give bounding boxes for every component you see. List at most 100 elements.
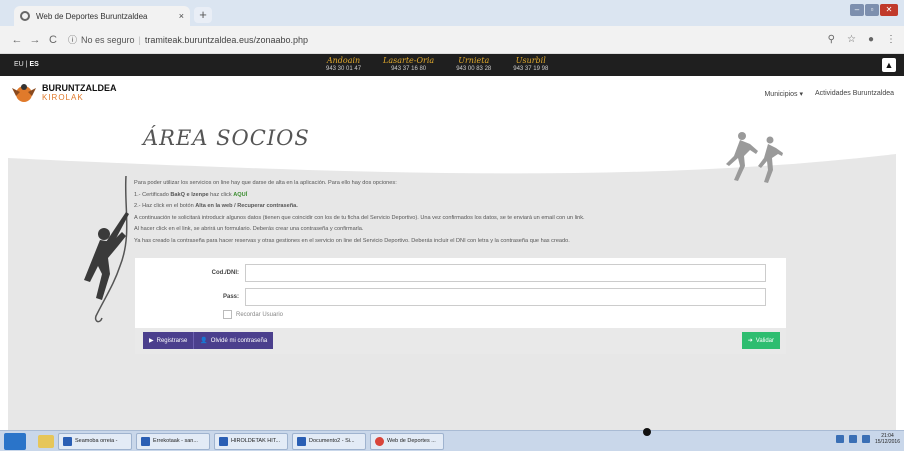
window-controls: – ▫ ✕ [850, 4, 898, 16]
phone-name: Usurbil [515, 56, 546, 65]
forgot-password-button[interactable]: 👤 Olvidé mi contraseña [193, 332, 274, 349]
phone-name: Andoain [326, 56, 361, 65]
taskbar-item-label: Documento2 - Si... [309, 438, 355, 444]
ie-icon [141, 436, 150, 446]
remember-checkbox[interactable] [223, 310, 232, 319]
pass-input[interactable] [245, 288, 766, 306]
intro-line: 2.- Haz click en el botón Alta en la web… [134, 201, 834, 213]
intro-bold: BakQ e Izenpe [170, 191, 209, 198]
logo-mark-icon [12, 84, 36, 102]
forgot-label: Olvidé mi contraseña [210, 337, 268, 344]
system-tray: 21:04 15/12/2016 [835, 433, 900, 445]
clock[interactable]: 21:04 15/12/2016 [875, 433, 900, 445]
site-header: BURUNTZALDEA KIROLAK Municipios ▾ Activi… [0, 76, 904, 114]
volume-icon[interactable] [848, 435, 857, 443]
phone-name: Lasarte-Oria [383, 56, 435, 65]
globe-icon [20, 11, 30, 21]
pass-row: Pass: [135, 288, 786, 306]
intro-line: Al hacer click en el link, se abrirá un … [134, 226, 364, 232]
dni-row: Cod./DNI: [135, 264, 786, 282]
address-bar: ← → C ⓘ No es seguro | tramiteak.buruntz… [0, 26, 904, 54]
ie-icon [63, 436, 72, 446]
intro-line: A continuación te solicitará introducir … [134, 214, 585, 221]
language-switch: EU | ES [14, 61, 39, 68]
taskbar-item-label: Web de Deportes ... [387, 438, 436, 444]
taskbar-item[interactable]: Seamoba orreia - [58, 432, 132, 450]
user-login-icon[interactable]: ▲ [882, 58, 896, 72]
os-taskbar: Seamoba orreia - Errekotaak - san... HIR… [0, 430, 904, 451]
pass-label: Pass: [222, 294, 239, 300]
close-window-button[interactable]: ✕ [880, 4, 898, 16]
document-icon [219, 436, 228, 446]
taskbar-item[interactable]: Documento2 - Si... [292, 432, 366, 450]
logo-title: BURUNTZALDEA [42, 83, 117, 93]
account-buttons: ▶ Registrarse 👤 Olvidé mi contraseña [143, 332, 274, 349]
phone-list: Andoain 943 30 01 47 Lasarte-Oria 943 37… [326, 57, 548, 73]
minimize-button[interactable]: – [850, 4, 864, 16]
phone-usurbil: Usurbil 943 37 19 98 [513, 57, 548, 73]
taskbar-item-label: Seamoba orreia - [75, 438, 118, 444]
folder-icon[interactable] [38, 434, 54, 448]
menu-actividades[interactable]: Actividades Buruntzaldea [815, 90, 894, 98]
intro-line: Ya has creado la contraseña para hacer r… [134, 237, 570, 244]
zoom-icon[interactable]: ⚲ [828, 34, 835, 45]
dni-input[interactable] [245, 264, 766, 282]
logo-subtitle: KIROLAK [42, 93, 84, 102]
document-icon [297, 436, 306, 446]
remember-label: Recordar Usuario [236, 311, 284, 318]
security-label: No es seguro [81, 34, 135, 45]
phone-andoain: Andoain 943 30 01 47 [326, 57, 361, 73]
signin-icon: ➜ [747, 338, 753, 344]
menu-municipios[interactable]: Municipios ▾ [764, 90, 803, 98]
taskbar-item[interactable]: Errekotaak - san... [136, 432, 210, 450]
tab-close-icon[interactable]: × [179, 11, 184, 21]
browser-tab[interactable]: Web de Deportes Buruntzaldea × [14, 6, 190, 26]
phone-number: 943 37 16 80 [391, 66, 427, 72]
start-button[interactable] [4, 432, 26, 450]
phone-number: 943 37 19 98 [513, 66, 549, 72]
reload-button[interactable]: C [44, 34, 62, 46]
phone-name: Urnieta [458, 56, 490, 65]
maximize-button[interactable]: ▫ [865, 4, 879, 16]
browser-tab-strip: Web de Deportes Buruntzaldea × + – ▫ ✕ [0, 0, 904, 26]
aqui-link[interactable]: AQUÍ [233, 192, 247, 198]
star-icon[interactable]: ☆ [847, 34, 856, 45]
page-title: ÁREA SOCIOS [143, 126, 310, 150]
intro-text-span: haz click [208, 191, 234, 198]
phone-urnieta: Urnieta 943 00 83 28 [456, 57, 491, 73]
network-icon[interactable] [835, 435, 844, 443]
taskbar-item[interactable]: HIROLDETAK HIT... [214, 432, 288, 450]
register-label: Registrarse [156, 337, 188, 344]
form-actions: ▶ Registrarse 👤 Olvidé mi contraseña ➜ Vali… [135, 328, 786, 354]
omnibox[interactable]: ⓘ No es seguro | tramiteak.buruntzaldea.… [68, 33, 308, 46]
remember-user: Recordar Usuario [223, 310, 283, 319]
validate-label: Validar [755, 337, 774, 344]
account-icon[interactable]: ● [868, 34, 874, 45]
intro-text-span: 2.- Haz click en el botón [134, 203, 196, 209]
back-button[interactable]: ← [8, 34, 26, 46]
taskbar-item-label: HIROLDETAK HIT... [231, 438, 281, 444]
user-icon: 👤 [200, 338, 208, 344]
mouse-cursor [643, 428, 651, 436]
menu-icon[interactable]: ⋮ [886, 34, 896, 45]
intro-bold: Alta en la web / Recuperar contraseña. [195, 203, 298, 209]
intro-text: Para poder utilizar los servicios on lin… [134, 178, 834, 247]
taskbar-item[interactable]: Web de Deportes ... [370, 432, 444, 450]
register-button[interactable]: ▶ Registrarse [143, 332, 194, 349]
intro-line: 1.- Certificado BakQ e Izenpe haz click … [134, 190, 834, 202]
forward-button[interactable]: → [26, 34, 44, 46]
new-tab-button[interactable]: + [194, 7, 212, 23]
site-logo[interactable]: BURUNTZALDEA KIROLAK [10, 82, 117, 104]
validate-button[interactable]: ➜ Validar [741, 332, 780, 349]
taskbar-item-label: Errekotaak - san... [153, 438, 198, 444]
lang-es-link[interactable]: ES [29, 61, 38, 68]
register-icon: ▶ [149, 338, 154, 344]
socios-section: ÁREA SOCIOS Para poder utilizar los serv… [8, 114, 896, 430]
display-icon[interactable] [861, 435, 870, 443]
tab-title: Web de Deportes Buruntzaldea [36, 11, 148, 21]
info-icon[interactable]: ⓘ [68, 33, 77, 46]
phone-number: 943 00 83 28 [456, 66, 492, 72]
lang-eu-link[interactable]: EU [14, 61, 24, 68]
intro-text-span: 1.- Certificado [134, 191, 171, 198]
url-text[interactable]: tramiteak.buruntzaldea.eus/zonaabo.php [145, 35, 308, 45]
